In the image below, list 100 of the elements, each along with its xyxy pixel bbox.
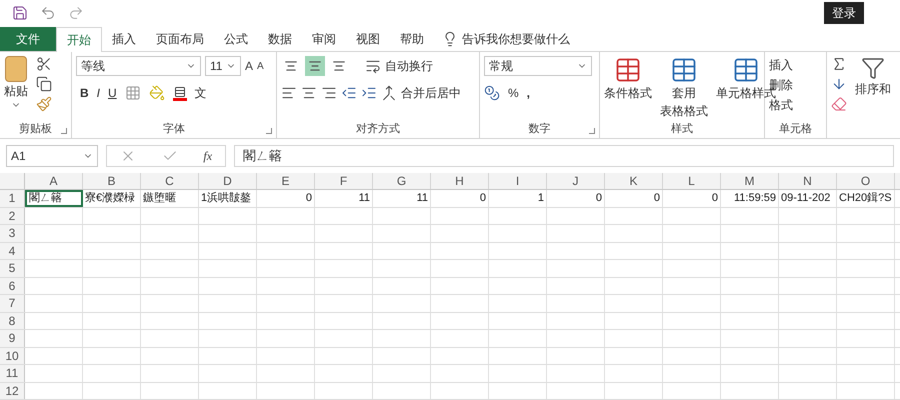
table-cell: 1	[489, 190, 547, 206]
conditional-format-icon[interactable]	[614, 56, 642, 84]
align-icon	[284, 59, 298, 73]
insert-button[interactable]: 插入	[769, 56, 793, 74]
row-header[interactable]: 11	[0, 365, 25, 382]
column-header[interactable]: L	[663, 173, 721, 189]
wrap-text-icon[interactable]	[365, 58, 381, 74]
row-header[interactable]: 12	[0, 382, 25, 399]
column-header[interactable]: J	[547, 173, 605, 189]
column-header[interactable]: H	[431, 173, 489, 189]
column-header[interactable]: F	[315, 173, 373, 189]
sign-in-button[interactable]: 登录	[824, 2, 864, 24]
number-format-field[interactable]: 常规	[484, 56, 592, 76]
table-format-label[interactable]: 表格格式	[660, 102, 708, 120]
insert-function-button[interactable]: fx	[203, 147, 212, 165]
border-icon[interactable]	[124, 85, 141, 101]
table-cell: 寮€濮嬫椂	[83, 190, 141, 206]
align-right-icon[interactable]	[321, 85, 337, 101]
row-header[interactable]: 6	[0, 278, 25, 294]
table-cell: 0	[431, 190, 489, 206]
indent-increase-icon[interactable]	[361, 85, 377, 101]
ribbon-tab[interactable]: 帮助	[390, 26, 434, 51]
tell-me-field[interactable]: 告诉我你想要做什么	[462, 30, 570, 48]
undo-icon[interactable]	[40, 5, 56, 22]
group-label: 样式	[671, 122, 693, 137]
wrap-text-button[interactable]: 自动换行	[385, 57, 433, 75]
group-label: 对齐方式	[356, 122, 400, 137]
align-center-icon[interactable]	[301, 85, 317, 101]
merge-icon[interactable]	[381, 85, 397, 101]
percent-button[interactable]: %	[508, 84, 519, 102]
save-icon[interactable]	[12, 5, 28, 22]
ribbon-tab[interactable]: 页面布局	[146, 26, 214, 51]
row-header[interactable]: 3	[0, 225, 25, 242]
bold-button[interactable]: B	[80, 84, 89, 102]
row-header[interactable]: 8	[0, 312, 25, 329]
column-header[interactable]: O	[837, 173, 895, 189]
row-header[interactable]: 1	[0, 190, 25, 206]
row-header[interactable]: 5	[0, 260, 25, 276]
copy-icon[interactable]	[36, 76, 52, 92]
vertical-align-button[interactable]	[305, 56, 325, 76]
font-color-icon[interactable]	[172, 85, 187, 101]
paste-button[interactable]: 粘贴	[4, 82, 28, 100]
merge-center-button[interactable]: 合并后居中	[401, 84, 461, 102]
table-cell: 11	[373, 190, 431, 206]
conditional-format-button[interactable]: 条件格式	[604, 84, 652, 102]
ribbon-tab[interactable]: 审阅	[302, 26, 346, 51]
column-header[interactable]: M	[721, 173, 779, 189]
sort-filter-button[interactable]: 排序和	[855, 80, 891, 98]
align-icon	[332, 59, 346, 73]
row-header[interactable]: 7	[0, 295, 25, 312]
phonetic-button[interactable]: 文	[194, 84, 207, 102]
dialog-launcher-icon[interactable]	[61, 128, 67, 134]
table-cell: 11	[315, 190, 373, 206]
underline-button[interactable]: U	[108, 84, 117, 102]
table-format-icon[interactable]	[670, 56, 698, 84]
currency-icon[interactable]	[484, 85, 500, 101]
ribbon-tab[interactable]: 公式	[214, 26, 258, 51]
font-size-field[interactable]: 11	[205, 56, 241, 76]
ribbon-tab[interactable]: 视图	[346, 26, 390, 51]
table-cell: 0	[605, 190, 663, 206]
cell-styles-icon[interactable]	[732, 56, 760, 84]
dialog-launcher-icon[interactable]	[589, 128, 595, 134]
font-name-field[interactable]: 等线	[76, 56, 201, 76]
column-header[interactable]: C	[141, 173, 199, 189]
comma-button[interactable]: ,	[526, 84, 530, 102]
eraser-icon[interactable]	[831, 96, 847, 112]
column-header[interactable]: E	[257, 173, 315, 189]
column-header[interactable]: D	[199, 173, 257, 189]
fill-color-icon[interactable]	[148, 85, 165, 101]
ribbon-tab[interactable]: 插入	[102, 26, 146, 51]
indent-decrease-icon[interactable]	[341, 85, 357, 101]
fill-icon[interactable]	[831, 76, 847, 92]
align-left-icon[interactable]	[281, 85, 297, 101]
dialog-launcher-icon[interactable]	[266, 128, 272, 134]
grow-font-button[interactable]: A	[245, 57, 254, 75]
table-format-label[interactable]: 套用	[672, 84, 696, 102]
column-header[interactable]: N	[779, 173, 837, 189]
column-header[interactable]: A	[25, 173, 83, 189]
ribbon-tab[interactable]: 数据	[258, 26, 302, 51]
sort-filter-icon[interactable]	[861, 56, 885, 80]
name-box[interactable]: A1	[6, 145, 98, 167]
align-icon	[308, 59, 322, 73]
file-tab[interactable]: 文件	[0, 26, 56, 51]
table-cell: 11:59:59	[721, 190, 779, 206]
formula-field[interactable]: 閣ㄥ簵	[234, 145, 894, 167]
table-cell: 0	[663, 190, 721, 206]
column-header[interactable]: B	[83, 173, 141, 189]
cut-icon[interactable]	[36, 56, 52, 72]
italic-button[interactable]: I	[96, 84, 100, 102]
column-header[interactable]: G	[373, 173, 431, 189]
shrink-font-button[interactable]: A	[257, 58, 264, 74]
column-header[interactable]: I	[489, 173, 547, 189]
row-header[interactable]: 2	[0, 208, 25, 224]
ribbon-tab[interactable]: 开始	[56, 26, 102, 52]
table-cell: 09-11-202	[779, 190, 837, 206]
group-label: 数字	[528, 122, 550, 137]
column-header[interactable]: K	[605, 173, 663, 189]
row-header[interactable]: 4	[0, 242, 25, 259]
row-header[interactable]: 10	[0, 348, 25, 364]
row-header[interactable]: 9	[0, 330, 25, 346]
